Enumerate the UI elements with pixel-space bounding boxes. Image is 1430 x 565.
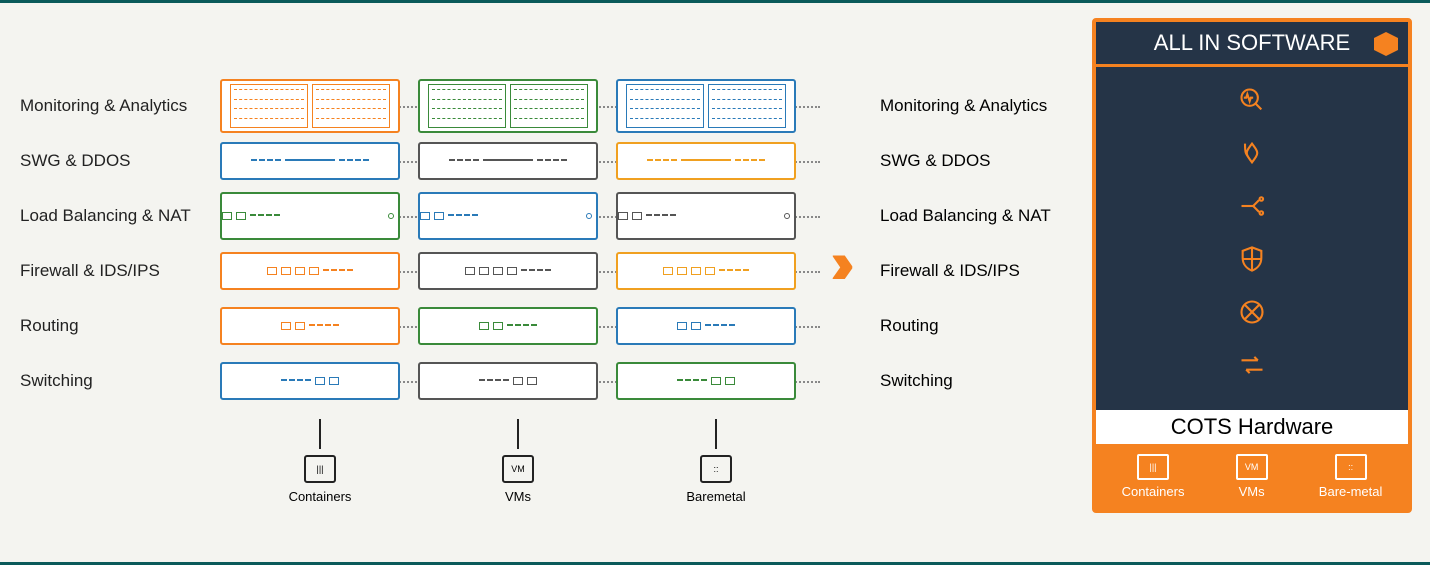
sw-layer-monitoring: Monitoring & Analytics	[880, 78, 1051, 133]
containers-icon: |||	[304, 455, 336, 483]
routing-icon	[1238, 298, 1266, 333]
appliance-monitoring-vms	[418, 79, 598, 133]
transition-arrow-icon: ››	[830, 228, 840, 297]
sw-layer-swg: SWG & DDOS	[880, 133, 1051, 188]
layer-routing-label: Routing	[20, 316, 220, 336]
appliance-monitoring-baremetal	[616, 79, 796, 133]
deployment-targets-software: |||Containers VMVMs ::Bare-metal	[1096, 444, 1408, 509]
hw-vms-label: VMs	[1239, 484, 1265, 499]
sw-layer-fw: Firewall & IDS/IPS	[880, 243, 1051, 298]
hw-containers-icon: |||	[1137, 454, 1169, 480]
appliance-lb-containers	[220, 192, 400, 240]
appliance-monitoring-containers	[220, 79, 400, 133]
legacy-stack: Monitoring & Analytics SWG & DDOS Load B…	[20, 78, 820, 408]
hw-containers-label: Containers	[1122, 484, 1185, 499]
load-balancing-icon	[1238, 192, 1266, 227]
appliance-routing-baremetal	[616, 307, 796, 345]
hw-baremetal-icon: ::	[1335, 454, 1367, 480]
deployment-targets-legacy: |||Containers VMVMs ::Baremetal	[230, 419, 806, 504]
panel-title: ALL IN SOFTWARE	[1096, 22, 1408, 67]
hw-baremetal-label: Bare-metal	[1319, 484, 1383, 499]
layer-swg-label: SWG & DDOS	[20, 151, 220, 171]
sw-layer-lb: Load Balancing & NAT	[880, 188, 1051, 243]
appliance-routing-vms	[418, 307, 598, 345]
layer-fw-label: Firewall & IDS/IPS	[20, 261, 220, 281]
appliance-switching-baremetal	[616, 362, 796, 400]
vms-label: VMs	[428, 489, 608, 504]
appliance-swg-vms	[418, 142, 598, 180]
sw-layer-routing: Routing	[880, 298, 1051, 353]
sw-layer-switching: Switching	[880, 353, 1051, 408]
swg-ddos-icon	[1238, 139, 1266, 174]
software-layer-labels: Monitoring & Analytics SWG & DDOS Load B…	[880, 78, 1051, 408]
hw-vms-icon: VM	[1236, 454, 1268, 480]
appliance-fw-containers	[220, 252, 400, 290]
vms-icon: VM	[502, 455, 534, 483]
appliance-routing-containers	[220, 307, 400, 345]
baremetal-label: Baremetal	[626, 489, 806, 504]
appliance-fw-vms	[418, 252, 598, 290]
firewall-shield-icon	[1238, 245, 1266, 280]
layer-lb-label: Load Balancing & NAT	[20, 206, 220, 226]
appliance-lb-baremetal	[616, 192, 796, 240]
switching-icon	[1238, 351, 1266, 386]
layer-monitoring-label: Monitoring & Analytics	[20, 96, 220, 116]
baremetal-icon: ::	[700, 455, 732, 483]
layer-switching-label: Switching	[20, 371, 220, 391]
appliance-switching-containers	[220, 362, 400, 400]
logo-cube-icon	[1374, 32, 1398, 56]
containers-label: Containers	[230, 489, 410, 504]
appliance-switching-vms	[418, 362, 598, 400]
appliance-swg-containers	[220, 142, 400, 180]
appliance-fw-baremetal	[616, 252, 796, 290]
cots-hardware-label: COTS Hardware	[1096, 410, 1408, 444]
all-in-software-panel: ALL IN SOFTWARE COTS Hardware |||Contain…	[1092, 18, 1412, 513]
monitoring-analytics-icon	[1238, 86, 1266, 121]
appliance-swg-baremetal	[616, 142, 796, 180]
appliance-lb-vms	[418, 192, 598, 240]
